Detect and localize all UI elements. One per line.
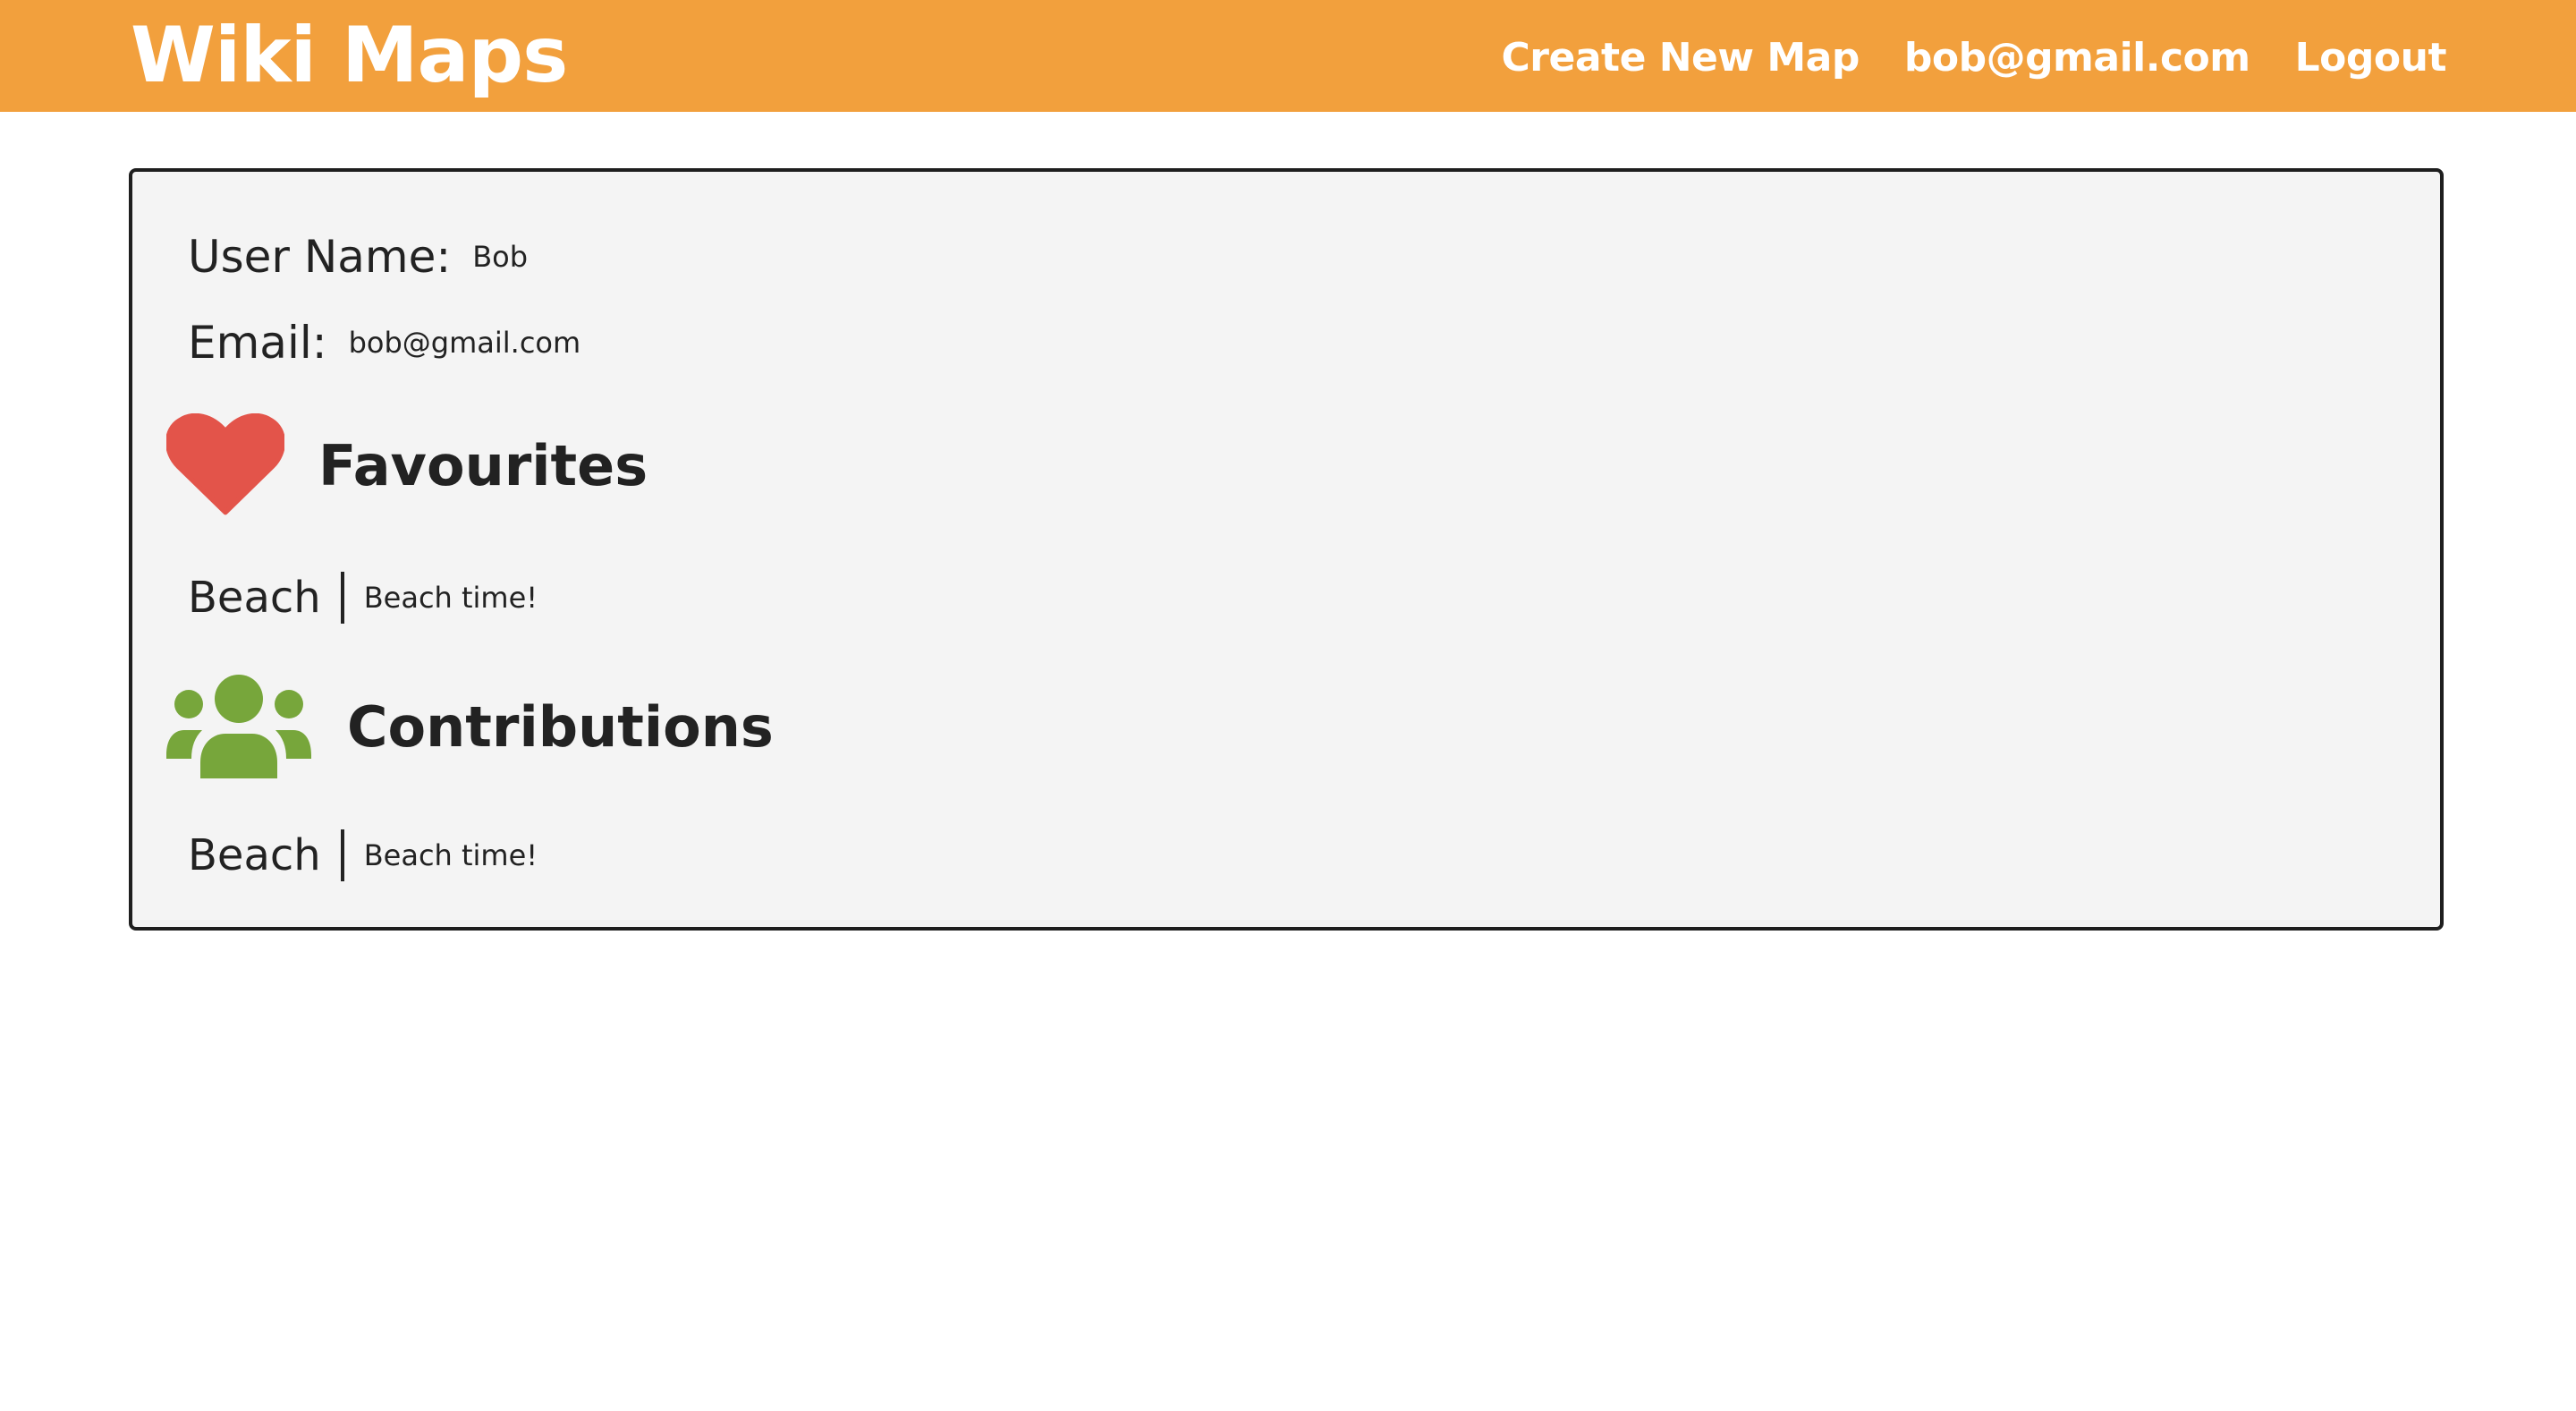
email-row: Email: bob@gmail.com: [188, 311, 580, 374]
contributions-header: Contributions: [166, 675, 774, 778]
divider: [340, 829, 344, 881]
map-description: Beach time!: [363, 838, 538, 872]
profile-card: User Name: Bob Email: bob@gmail.com Favo…: [129, 168, 2444, 931]
heart-icon: [166, 413, 284, 517]
username-value: Bob: [472, 240, 529, 274]
map-name[interactable]: Beach: [188, 573, 321, 623]
divider: [340, 572, 344, 624]
users-icon: [166, 675, 311, 778]
map-name[interactable]: Beach: [188, 830, 321, 880]
email-label: Email:: [188, 317, 327, 369]
username-row: User Name: Bob: [188, 225, 528, 288]
favourites-title: Favourites: [318, 432, 648, 498]
map-description: Beach time!: [363, 581, 538, 615]
contribution-map-item[interactable]: Beach Beach time!: [188, 829, 538, 882]
user-email-link[interactable]: bob@gmail.com: [1904, 35, 2250, 81]
create-new-map-link[interactable]: Create New Map: [1502, 35, 1860, 81]
username-label: User Name:: [188, 231, 452, 283]
contributions-title: Contributions: [347, 693, 774, 760]
nav-links: Create New Map bob@gmail.com Logout: [1502, 23, 2447, 91]
email-value: bob@gmail.com: [348, 326, 581, 360]
logout-link[interactable]: Logout: [2295, 35, 2447, 81]
brand-logo[interactable]: Wiki Maps: [131, 5, 568, 106]
favourites-header: Favourites: [166, 413, 648, 517]
favourite-map-item[interactable]: Beach Beach time!: [188, 571, 538, 625]
navbar: Wiki Maps Create New Map bob@gmail.com L…: [0, 0, 2576, 112]
